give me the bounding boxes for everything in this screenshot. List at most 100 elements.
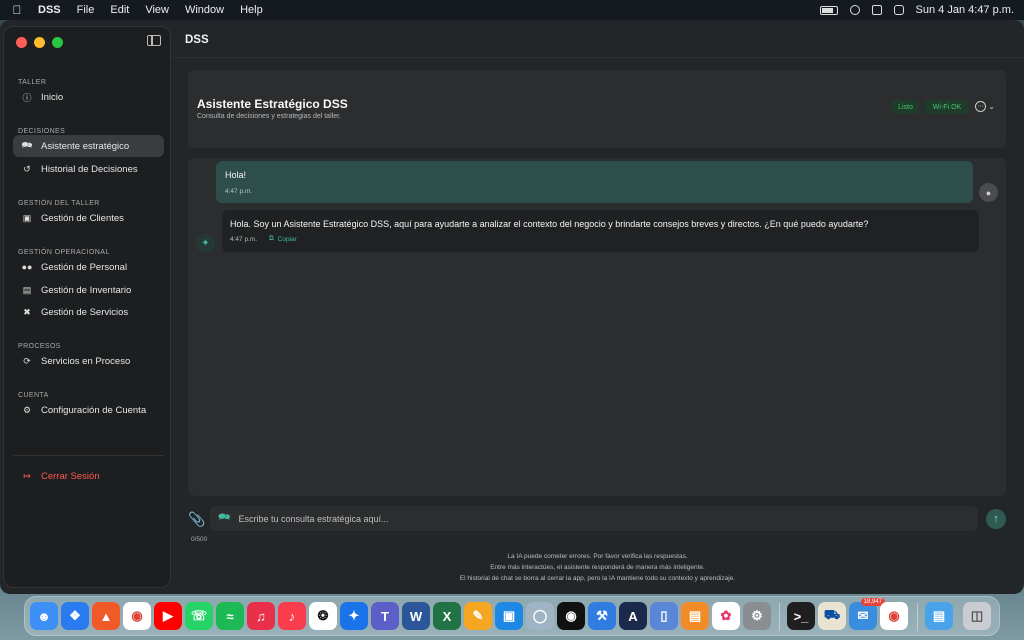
sidebar-item-personal[interactable]: ●● Gestión de Personal [13,256,164,278]
chrome-profile-icon[interactable]: ◉ [880,602,908,630]
menu-window[interactable]: Window [185,4,224,16]
menu-view[interactable]: View [145,4,169,16]
sidebar-item-inicio[interactable]: ⓘ Inicio [13,86,164,108]
sidebar-item-servicios[interactable]: ✖ Gestión de Servicios [13,301,164,323]
user-avatar-icon: ● [979,183,998,202]
media-play-icon[interactable] [849,5,860,15]
window-controls [16,37,63,48]
xcode-icon[interactable]: ⚒ [588,602,616,630]
finder-icon[interactable]: ☻ [30,602,58,630]
dock-separator [917,603,918,631]
sidebar-item-label: Servicios en Proceso [41,355,131,367]
pages-icon[interactable]: ✎ [464,602,492,630]
paperclip-icon[interactable]: 📎 [188,511,205,528]
brave-icon[interactable]: ▲ [92,602,120,630]
menu-file[interactable]: File [77,4,95,16]
flag-icon[interactable] [871,5,882,15]
dock-separator [779,603,780,631]
terminal-icon[interactable]: >_ [787,602,815,630]
ellipsis-icon: ⋯ [975,101,987,112]
person-badge-icon: ▣ [22,212,32,223]
section-taller: TALLER [18,79,47,86]
gemini-icon[interactable]: ✦ [340,602,368,630]
message-text: Hola! [225,170,247,180]
close-window-button[interactable] [16,37,27,48]
menu-bar:  DSS File Edit View Window Help Sun 4 J… [0,0,1024,20]
message-time: 4:47 p.m. [225,188,253,195]
sidebar: TALLER ⓘ Inicio DECISIONES 🗪 Asistente e… [3,26,171,588]
message-time: 4:47 p.m. [230,236,258,243]
menu-clock[interactable]: Sun 4 Jan 4:47 p.m. [916,4,1014,16]
music-player-icon[interactable]: ♫ [247,602,275,630]
copy-icon: ⧉ [269,235,274,242]
sidebar-item-historial[interactable]: ↺ Historial de Decisiones [13,158,164,180]
chatgpt-icon[interactable]: ❂ [309,602,337,630]
sidebar-item-clientes[interactable]: ▣ Gestión de Clientes [13,207,164,229]
settings-icon[interactable]: ⚙ [743,602,771,630]
people-icon: ●● [21,262,33,272]
sidebar-item-label: Asistente estratégico [41,140,130,152]
simulator-icon[interactable]: ▯ [650,602,678,630]
sidebar-item-label: Inicio [41,91,64,103]
send-button[interactable]: ↑ [986,509,1006,529]
sidebar-item-label: Historial de Decisiones [41,163,138,175]
title-divider [171,57,1024,58]
sidebar-item-inventario[interactable]: ▤ Gestión de Inventario [13,279,164,301]
arc-icon[interactable]: A [619,602,647,630]
github-icon[interactable]: ◉ [557,602,585,630]
sidebar-item-servicios-proceso[interactable]: ⟳ Servicios en Proceso [13,350,164,372]
books-icon[interactable]: ▤ [681,602,709,630]
word-icon[interactable]: W [402,602,430,630]
message-input[interactable] [238,513,939,524]
sidebar-item-label: Gestión de Servicios [41,306,129,318]
minimize-window-button[interactable] [34,37,45,48]
section-gestion-taller: GESTIÓN DEL TALLER [18,200,100,207]
sidebar-divider [13,455,164,456]
section-cuenta: CUENTA [18,392,49,399]
tools-icon: ✖ [23,306,31,317]
keynote-icon[interactable]: ▣ [495,602,523,630]
sidebar-item-asistente[interactable]: 🗪 Asistente estratégico [13,135,164,157]
logout-button[interactable]: ↦ Cerrar Sesión [13,465,164,487]
section-procesos: PROCESOS [18,343,61,350]
youtube-icon[interactable]: ▶ [154,602,182,630]
composer: 📎 🗪 ↑ [188,506,1006,532]
window-title: DSS [185,34,209,46]
spotify-icon[interactable]: ≈ [216,602,244,630]
sidebar-item-label: Gestión de Inventario [41,284,132,296]
disclaimer-line: El historial de chat se borra al cerrar … [459,575,736,582]
menu-help[interactable]: Help [240,4,263,16]
apple-menu-icon[interactable]:  [10,3,24,17]
logout-label: Cerrar Sesión [41,470,100,482]
page-title: Asistente Estratégico DSS [197,97,348,111]
sidebar-toggle-icon[interactable] [147,35,161,46]
chrome-icon[interactable]: ◉ [123,602,151,630]
control-center-icon[interactable] [893,5,904,15]
excel-icon[interactable]: X [433,602,461,630]
message-input-box[interactable]: 🗪 [210,506,978,531]
apple-music-icon[interactable]: ♪ [278,602,306,630]
sidebar-item-label: Gestión de Personal [41,261,128,273]
menu-edit[interactable]: Edit [110,4,129,16]
mail-icon[interactable]: ✉ 18,947 [849,598,885,630]
menu-app-name[interactable]: DSS [38,4,61,16]
database-icon[interactable]: ◯ [526,602,554,630]
chat-area[interactable]: Hola! 4:47 p.m. ● ✦ Hola. Soy un Asisten… [188,158,1006,496]
zoom-window-button[interactable] [52,37,63,48]
trash-icon[interactable]: ◫ [963,602,991,630]
whatsapp-icon[interactable]: ☏ [185,602,213,630]
box-icon: ▤ [22,284,32,295]
photos-icon[interactable]: ✿ [712,602,740,630]
sidebar-item-configuracion[interactable]: ⚙ Configuración de Cuenta [13,399,164,421]
safari-icon[interactable]: ❖ [61,602,89,630]
section-decisiones: DECISIONES [18,128,66,135]
car-app-icon[interactable]: ⛟ [818,602,846,630]
logout-icon: ↦ [23,470,31,481]
copy-button[interactable]: ⧉ Copiar [269,235,297,243]
battery-icon[interactable] [819,5,838,15]
dock: ☻ ❖ ▲ ◉ ▶ ☏ ≈ ♫ ♪ ❂ ✦ T W X ✎ ▣ ◯ ◉ ⚒ A … [24,596,1000,636]
more-options-button[interactable]: ⋯ ⌄ [975,101,995,112]
chevron-down-icon: ⌄ [988,102,995,111]
teams-icon[interactable]: T [371,602,399,630]
folder-icon[interactable]: ▤ [925,602,953,630]
